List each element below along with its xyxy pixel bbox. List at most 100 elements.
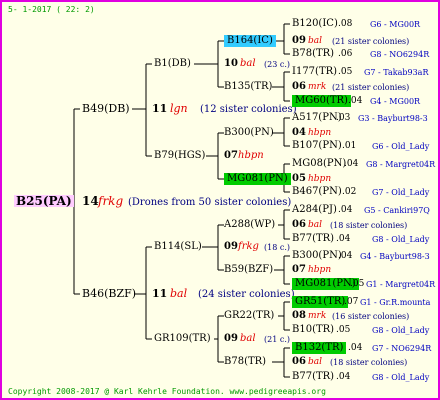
g4-8-name[interactable]: B467(PN) (292, 186, 342, 198)
ppm-breeder-code: mrk (308, 82, 327, 92)
ppp-breeder-code: bal (308, 36, 323, 46)
mpm-name[interactable]: B59(BZF) (224, 264, 273, 276)
root-queen-name[interactable]: B25(PA) (14, 195, 74, 207)
g4-3-name[interactable]: I177(TR) (292, 66, 337, 78)
g4-8-info: G7 - Old_Lady (372, 188, 430, 197)
g4-4-name[interactable]: MG60(TR) (292, 95, 351, 107)
g4-9-name[interactable]: A284(PJ) (292, 204, 337, 216)
ppm-name[interactable]: B135(TR) (224, 81, 272, 93)
g4-7-info: G8 - Margret04R (366, 160, 436, 169)
g4-9-info: G5 - Cankiri97Q (364, 206, 430, 215)
g4-15-num: .04 (348, 343, 363, 353)
pmm-name[interactable]: MG081(PN) (224, 173, 291, 185)
g4-15-name[interactable]: B132(TR) (292, 342, 347, 354)
g4-5-num: .03 (336, 113, 351, 123)
g4-13-name[interactable]: GR51(TR) (292, 296, 349, 308)
ppp-name[interactable]: B164(IC) (224, 35, 276, 47)
g4-8-num: .02 (342, 187, 357, 197)
root-year: 14 (82, 194, 99, 208)
father-sister-colonies: (12 sister colonies) (200, 104, 297, 115)
mp-breeder-code: frkg (238, 241, 259, 252)
mm-breeder-code: bal (240, 333, 256, 344)
mp-sister-colonies: (18 c.) (264, 243, 290, 252)
g4-13-num: .07 (344, 297, 359, 307)
g4-13-info: G1 - Gr.R.mounta (360, 298, 431, 307)
g4-11-num: .04 (338, 251, 353, 261)
g4-5-info: G3 - Bayburt98-3 (358, 114, 428, 123)
g4-16-name[interactable]: B77(TR) (292, 371, 334, 383)
g4-9-num: .04 (338, 205, 353, 215)
g4-2-name[interactable]: B78(TR) (292, 48, 334, 60)
g4-1-num: .08 (338, 19, 353, 29)
g4-14-info: G8 - Old_Lady (372, 326, 430, 335)
mp-year: 09 (224, 241, 238, 252)
mpp-year: 06 (292, 219, 306, 230)
g4-7-name[interactable]: MG08(PN) (292, 158, 346, 170)
ppm-sister-colonies: (21 sister colonies) (332, 83, 410, 92)
ppp-sister-colonies: (21 sister colonies) (332, 37, 410, 46)
mother-breeder-code: bal (170, 287, 188, 300)
mm-name[interactable]: GR109(TR) (154, 333, 211, 345)
pm-name[interactable]: B79(HGS) (154, 150, 205, 162)
g4-14-num: .05 (336, 325, 351, 335)
g4-3-info: G7 - Takab93aR (364, 68, 429, 77)
father-name[interactable]: B49(DB) (82, 103, 130, 115)
pedigree-frame: 5- 1-2017 ( 22: 2) Copyright 2008-2017 @… (0, 0, 440, 400)
g4-10-info: G8 - Old_Lady (372, 235, 430, 244)
pmm-year: 05 (292, 173, 306, 184)
mother-sister-colonies: (24 sister colonies) (198, 289, 295, 300)
mmp-name[interactable]: GR22(TR) (224, 310, 274, 322)
mother-year: 11 (152, 287, 168, 300)
g4-6-num: .01 (342, 141, 357, 151)
mmm-sister-colonies: (18 sister colonies) (330, 358, 408, 367)
g4-14-name[interactable]: B10(TR) (292, 324, 334, 336)
root-sister-colonies: (Drones from 50 sister colonies) (128, 197, 292, 208)
g4-7-num: .04 (344, 159, 359, 169)
g4-10-num: .04 (336, 234, 351, 244)
g4-15-info: G7 - NO6294R (372, 344, 432, 353)
g4-2-info: G8 - NO6294R (370, 50, 430, 59)
mother-name[interactable]: B46(BZF) (82, 288, 136, 300)
pmp-breeder-code: hbpn (308, 128, 332, 138)
mm-sister-colonies: (21 c.) (264, 335, 290, 344)
date-header: 5- 1-2017 ( 22: 2) (8, 5, 95, 14)
mmm-breeder-code: bal (308, 357, 323, 367)
root-breeder-code: frkg (98, 194, 124, 208)
pp-name[interactable]: B1(DB) (154, 58, 191, 70)
ppp-year: 09 (292, 35, 306, 46)
pp-year: 10 (224, 58, 238, 69)
g4-11-info: G4 - Bayburt98-3 (360, 252, 430, 261)
father-breeder-code: lgn (170, 102, 188, 115)
pmp-name[interactable]: B300(PN) (224, 127, 274, 139)
g4-12-name[interactable]: MG081(PN) (292, 278, 359, 290)
pm-breeder-code: hbpn (238, 150, 264, 161)
mm-year: 09 (224, 333, 238, 344)
g4-6-name[interactable]: B107(PN) (292, 140, 342, 152)
g4-12-info: G1 - Margret04R (366, 280, 436, 289)
pp-breeder-code: bal (240, 58, 256, 69)
g4-10-name[interactable]: B77(TR) (292, 233, 334, 245)
mmm-name[interactable]: B78(TR) (224, 356, 266, 368)
g4-11-name[interactable]: B300(PN) (292, 250, 342, 262)
copyright-footer: Copyright 2008-2017 @ Karl Kehrle Founda… (8, 387, 326, 396)
pp-sister-colonies: (23 c.) (264, 60, 290, 69)
mpp-sister-colonies: (18 sister colonies) (330, 221, 408, 230)
mpm-breeder-code: hbpn (308, 265, 332, 275)
mpm-year: 07 (292, 264, 306, 275)
g4-16-info: G8 - Old_Lady (372, 373, 430, 382)
g4-5-name[interactable]: A517(PN) (292, 112, 342, 124)
mpp-name[interactable]: A288(WP) (224, 219, 275, 231)
g4-16-num: .04 (336, 372, 351, 382)
mpp-breeder-code: bal (308, 220, 323, 230)
pm-year: 07 (224, 150, 238, 161)
g4-4-info: G4 - MG00R (370, 97, 421, 106)
father-year: 11 (152, 102, 168, 115)
g4-4-num: .04 (348, 96, 363, 106)
mp-name[interactable]: B114(SL) (154, 241, 202, 253)
g4-6-info: G6 - Old_Lady (372, 142, 430, 151)
g4-2-num: .06 (338, 49, 353, 59)
ppm-year: 06 (292, 81, 306, 92)
g4-12-num: .05 (350, 279, 365, 289)
pmp-year: 04 (292, 127, 306, 138)
g4-1-name[interactable]: B120(IC) (292, 18, 338, 30)
